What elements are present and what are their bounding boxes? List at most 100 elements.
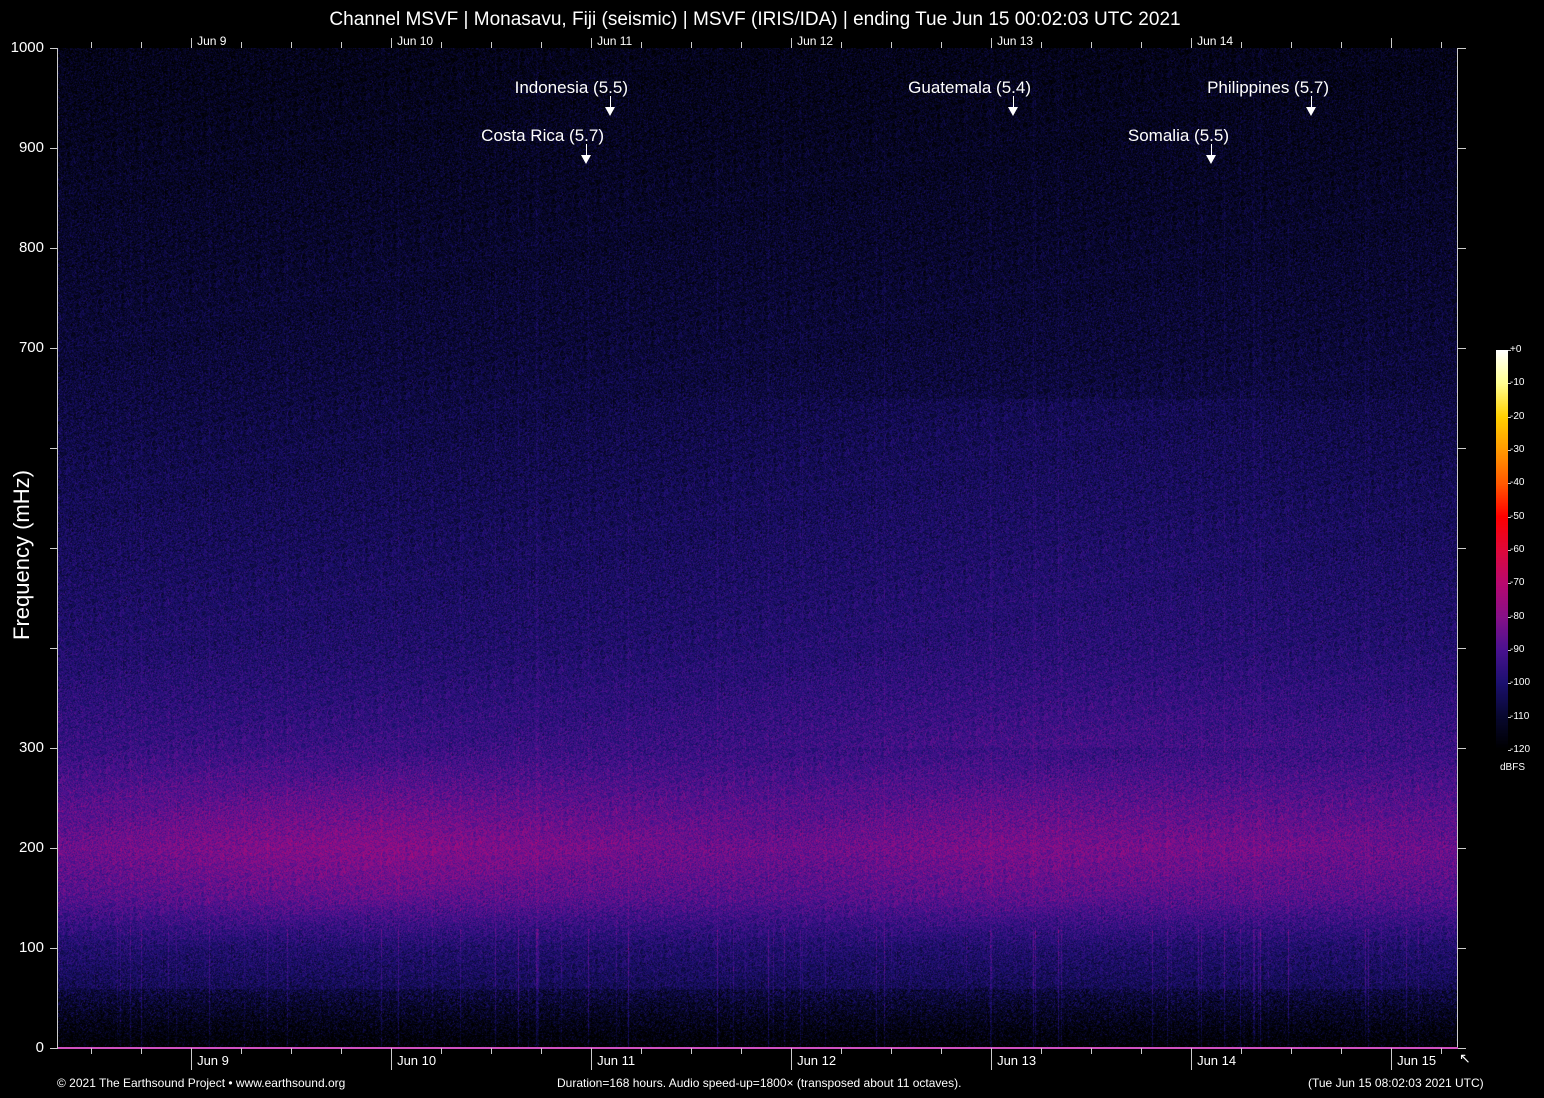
annotation-label: Costa Rica (5.7) (481, 126, 604, 145)
x-tick-bottom (241, 1048, 243, 1054)
x-tick-top (791, 38, 793, 48)
x-tick-label-top: Jun 13 (997, 34, 1034, 48)
x-tick-bottom (1191, 1048, 1193, 1070)
mouse-cursor-icon: ↖ (1459, 1050, 1471, 1066)
y-tick-label: 200 (18, 839, 44, 856)
x-tick-bottom (991, 1048, 993, 1070)
x-tick-top (541, 42, 543, 48)
annotation-label: Somalia (5.5) (1127, 126, 1229, 145)
x-tick-top (741, 42, 743, 48)
x-tick-label-bottom: Jun 14 (1197, 1053, 1237, 1068)
x-tick-top (1191, 38, 1193, 48)
x-tick-label-bottom: Jun 15 (1397, 1053, 1437, 1068)
x-tick-top (991, 38, 993, 48)
y-tick-right (1458, 48, 1466, 49)
plot-frame (57, 48, 1458, 1048)
x-tick-bottom (791, 1048, 793, 1070)
y-tick-left (50, 448, 58, 449)
x-tick-top (591, 38, 593, 48)
annotation-arrowhead-icon (1206, 155, 1216, 164)
x-tick-top (341, 42, 343, 48)
colorbar-tick-label: -90 (1510, 644, 1525, 655)
x-tick-top (141, 42, 143, 48)
y-tick-left (50, 848, 58, 849)
chart-title: Channel MSVF | Monasavu, Fiji (seismic) … (329, 9, 1181, 30)
y-tick-left (50, 248, 58, 249)
x-tick-bottom (1091, 1048, 1093, 1054)
x-tick-label-top: Jun 14 (1197, 34, 1234, 48)
y-tick-left (50, 148, 58, 149)
x-tick-label-top: Jun 10 (397, 34, 434, 48)
x-tick-top (941, 42, 943, 48)
y-tick-label: 700 (18, 339, 44, 356)
x-tick-label-bottom: Jun 13 (997, 1053, 1037, 1068)
x-tick-bottom (291, 1048, 293, 1054)
x-tick-bottom (641, 1048, 643, 1054)
colorbar-tick-label: -30 (1510, 444, 1525, 455)
x-tick-top (191, 38, 193, 48)
x-tick-bottom (1041, 1048, 1043, 1054)
x-tick-bottom (491, 1048, 493, 1054)
x-tick-bottom (1341, 1048, 1343, 1054)
colorbar-tick-label: -120 (1510, 744, 1531, 755)
y-tick-right (1458, 748, 1466, 749)
x-tick-top (491, 42, 493, 48)
annotation-label: Philippines (5.7) (1207, 78, 1329, 97)
colorbar-tick-label: -80 (1510, 610, 1525, 622)
annotation-label: Guatemala (5.4) (908, 78, 1031, 97)
x-tick-bottom (391, 1048, 393, 1070)
colorbar-tick-label: -10 (1510, 377, 1525, 389)
colorbar-tick-label: -110 (1510, 710, 1530, 722)
annotation-arrowhead-icon (1306, 107, 1316, 116)
end-time-text: (Tue Jun 15 08:02:03 2021 UTC) (1308, 1076, 1484, 1090)
x-tick-label-top: Jun 9 (197, 34, 227, 48)
colorbar-tick-label: -100 (1510, 677, 1531, 689)
colorbar-tick-label: -70 (1510, 577, 1525, 589)
x-tick-top (391, 38, 393, 48)
y-tick-right (1458, 248, 1466, 249)
y-tick-left (50, 648, 58, 649)
duration-text: Duration=168 hours. Audio speed-up=1800×… (557, 1076, 962, 1090)
x-tick-top (641, 42, 643, 48)
x-tick-top (1341, 42, 1343, 48)
x-tick-top (1291, 42, 1293, 48)
y-tick-label: 900 (18, 139, 44, 156)
y-tick-left (50, 48, 58, 49)
y-tick-left (50, 548, 58, 549)
y-tick-right (1458, 848, 1466, 849)
y-tick-right (1458, 448, 1466, 449)
x-tick-bottom (1441, 1048, 1443, 1054)
colorbar-unit: dBFS (1500, 762, 1526, 773)
x-tick-bottom (841, 1048, 843, 1054)
y-tick-label: 100 (18, 939, 44, 956)
y-tick-left (50, 348, 58, 349)
colorbar-tick-label: -50 (1510, 510, 1525, 522)
x-tick-top (441, 42, 443, 48)
x-tick-top (1141, 42, 1143, 48)
x-tick-label-bottom: Jun 9 (197, 1053, 229, 1068)
x-tick-top (891, 42, 893, 48)
colorbar-tick-label: -40 (1510, 477, 1525, 489)
x-tick-label-top: Jun 11 (597, 34, 633, 48)
colorbar (1496, 350, 1508, 750)
annotation-label: Indonesia (5.5) (514, 78, 628, 97)
x-tick-bottom (91, 1048, 93, 1054)
x-tick-bottom (891, 1048, 893, 1054)
x-tick-bottom (341, 1048, 343, 1054)
x-tick-bottom (141, 1048, 143, 1054)
y-tick-left (50, 1048, 58, 1049)
y-tick-right (1458, 148, 1466, 149)
x-tick-bottom (1291, 1048, 1293, 1054)
x-tick-top (1041, 42, 1043, 48)
x-tick-top (1441, 42, 1443, 48)
y-tick-left (50, 748, 58, 749)
y-tick-right (1458, 648, 1466, 649)
x-tick-bottom (1391, 1048, 1393, 1070)
y-tick-right (1458, 348, 1466, 349)
y-tick-left (50, 948, 58, 949)
x-tick-top (1091, 42, 1093, 48)
x-tick-label-bottom: Jun 12 (797, 1053, 837, 1068)
x-tick-label-bottom: Jun 10 (397, 1053, 437, 1068)
annotation-arrowhead-icon (605, 107, 615, 116)
x-tick-top (241, 42, 243, 48)
